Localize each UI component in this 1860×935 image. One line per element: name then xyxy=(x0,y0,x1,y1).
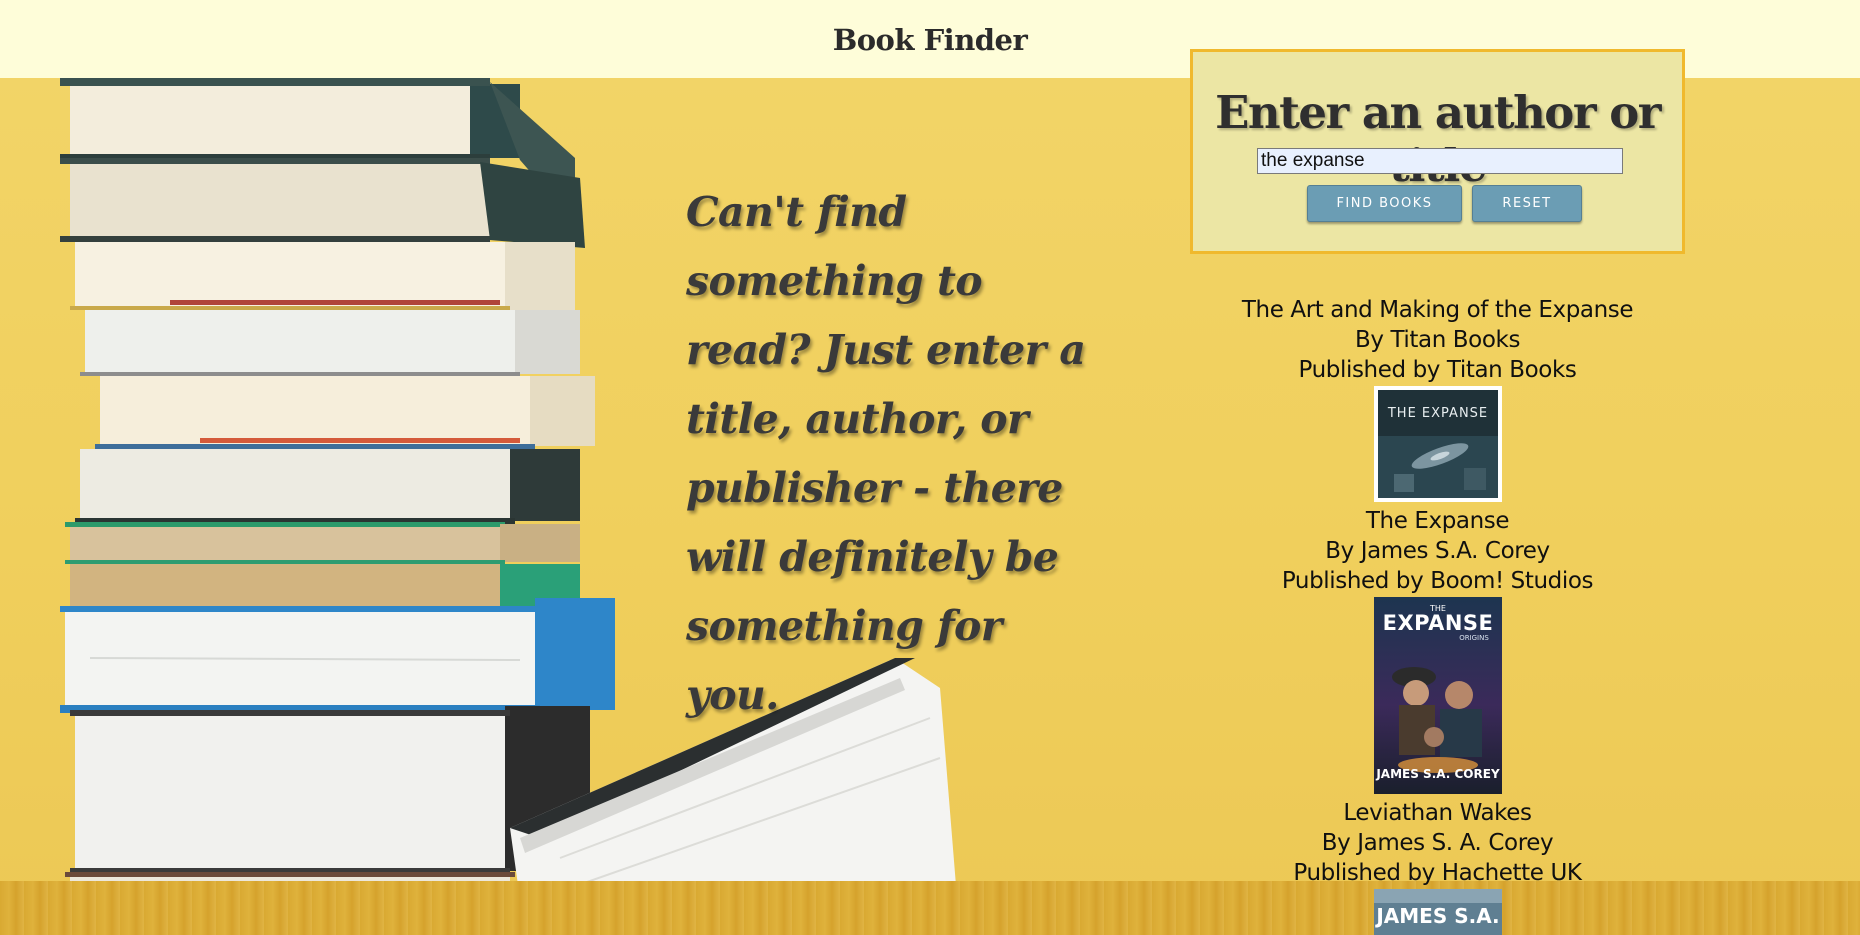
book-author: By James S.A. Corey xyxy=(1325,538,1550,564)
book-publisher: Published by Hachette UK xyxy=(1293,860,1582,886)
book-cover-image[interactable]: JAMES S.A. xyxy=(1373,889,1502,935)
book-cover-image[interactable]: THE EXPANSE ORIGINS JAMES S.A. COREY xyxy=(1373,597,1502,794)
search-input[interactable] xyxy=(1257,148,1623,174)
find-books-button[interactable]: FIND BOOKS xyxy=(1307,185,1462,222)
cover-author-text: JAMES S.A. xyxy=(1374,904,1499,928)
cover-sub-text: ORIGINS xyxy=(1459,634,1489,642)
search-heading: Enter an author or title xyxy=(1215,86,1661,192)
novel-cover-icon xyxy=(1373,889,1502,903)
cover-title-text: THE EXPANSE xyxy=(1386,406,1487,421)
reset-button[interactable]: RESET xyxy=(1472,185,1582,222)
cover-author-text: JAMES S.A. COREY xyxy=(1375,767,1500,781)
book-title: Leviathan Wakes xyxy=(1343,800,1532,826)
book-author: By James S. A. Corey xyxy=(1321,830,1554,856)
result-item: The Art and Making of the Expanse By Tit… xyxy=(1190,295,1685,502)
book-title: The Expanse xyxy=(1365,508,1510,534)
book-publisher: Published by Boom! Studios xyxy=(1281,568,1594,594)
book-publisher: Published by Titan Books xyxy=(1298,357,1577,383)
book-author: By Titan Books xyxy=(1354,327,1521,353)
search-panel: Enter an author or title FIND BOOKS RESE… xyxy=(1190,49,1685,254)
cover-main-text: EXPANSE xyxy=(1382,611,1493,635)
result-item: Leviathan Wakes By James S. A. Corey Pub… xyxy=(1190,798,1685,935)
book-title: The Art and Making of the Expanse xyxy=(1241,297,1634,323)
book-cover-image[interactable]: THE EXPANSE xyxy=(1373,386,1502,502)
app-title: Book Finder xyxy=(832,23,1028,57)
result-item: The Expanse By James S.A. Corey Publishe… xyxy=(1190,506,1685,794)
results-list: The Art and Making of the Expanse By Tit… xyxy=(1190,295,1685,935)
tagline-text: Can't find something to read? Just enter… xyxy=(686,188,1086,719)
